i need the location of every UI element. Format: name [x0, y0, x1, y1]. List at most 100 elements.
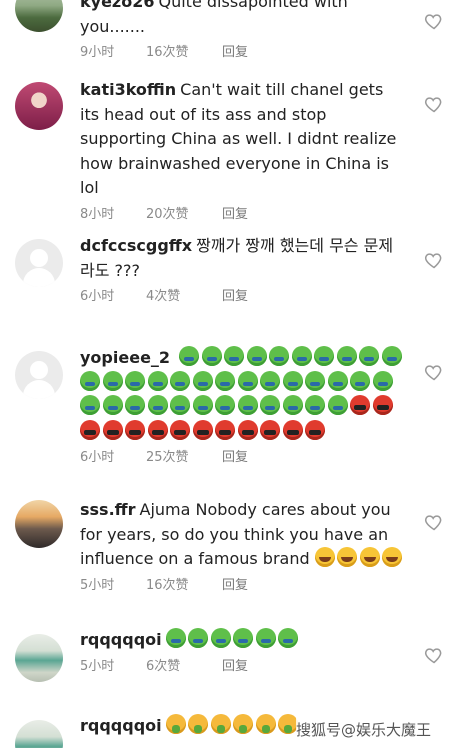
comment-text: sss.ffr Ajuma Nobody cares about you for …	[80, 498, 405, 572]
rolling-on-floor-laughing-emoji	[359, 547, 380, 567]
rolling-on-floor-laughing-emoji	[382, 547, 403, 567]
nauseated-face-emoji	[278, 628, 299, 648]
avatar[interactable]	[15, 82, 63, 130]
nauseated-face-emoji	[192, 370, 213, 391]
nauseated-face-emoji	[327, 395, 348, 415]
cursing-face-emoji	[237, 419, 258, 440]
nauseated-face-emoji	[102, 370, 123, 391]
nauseated-face-emoji	[210, 628, 231, 648]
username[interactable]: sss.ffr	[80, 500, 136, 519]
face-vomiting-emoji	[255, 714, 276, 734]
like-count: 16次赞	[146, 577, 189, 593]
nauseated-face-emoji	[188, 628, 209, 648]
comment-text: yopieee_2	[80, 346, 405, 444]
cursing-face-emoji	[147, 419, 168, 440]
timestamp: 8小时	[80, 206, 115, 222]
cursing-face-emoji	[282, 419, 303, 440]
timestamp: 6小时	[80, 289, 115, 304]
heart-outline-icon[interactable]	[424, 250, 444, 270]
nauseated-face-emoji	[215, 395, 235, 415]
username[interactable]: kyezo26	[80, 0, 155, 11]
cursing-face-emoji	[102, 419, 123, 440]
heart-outline-icon[interactable]	[424, 645, 444, 665]
face-vomiting-emoji	[188, 714, 209, 734]
nauseated-face-emoji	[179, 346, 200, 366]
comment-meta: 8小时 20次赞 回复	[80, 206, 405, 224]
emoji-sequence	[314, 547, 405, 568]
nauseated-face-emoji	[282, 395, 303, 415]
cursing-face-emoji	[372, 395, 393, 415]
emoji-sequence	[165, 714, 301, 735]
nauseated-face-emoji	[260, 395, 280, 415]
nauseated-face-emoji	[305, 370, 325, 391]
nauseated-face-emoji	[80, 395, 100, 415]
nauseated-face-emoji	[201, 346, 222, 366]
nauseated-face-emoji	[233, 628, 254, 648]
nauseated-face-emoji	[125, 370, 145, 391]
nauseated-face-emoji	[381, 346, 402, 366]
reply-button[interactable]: 回复	[222, 206, 248, 224]
nauseated-face-emoji	[102, 395, 123, 415]
nauseated-face-emoji	[192, 395, 213, 415]
comment-meta: 5小时 6次赞 回复	[80, 658, 405, 676]
username[interactable]: yopieee_2	[80, 348, 170, 367]
comment-text: kyezo26 Quite dissapointed with you......…	[80, 0, 405, 39]
avatar[interactable]	[15, 351, 63, 399]
avatar[interactable]	[15, 0, 63, 32]
comment-text: kati3koffin Can't wait till chanel gets i…	[80, 78, 405, 201]
face-vomiting-emoji	[233, 714, 254, 734]
avatar[interactable]	[15, 634, 63, 682]
emoji-sequence	[165, 628, 301, 649]
heart-outline-icon[interactable]	[424, 94, 444, 114]
nauseated-face-emoji	[170, 395, 190, 415]
heart-outline-icon[interactable]	[424, 512, 444, 532]
avatar[interactable]	[15, 500, 63, 548]
reply-button[interactable]: 回复	[222, 577, 248, 595]
username[interactable]: kati3koffin	[80, 80, 176, 99]
nauseated-face-emoji	[237, 395, 258, 415]
cursing-face-emoji	[80, 419, 100, 440]
timestamp: 5小时	[80, 577, 115, 593]
heart-outline-icon[interactable]	[424, 362, 444, 382]
nauseated-face-emoji	[269, 346, 290, 366]
like-count: 25次赞	[146, 450, 189, 465]
comment-text: rqqqqqoi	[80, 628, 405, 653]
timestamp: 9小时	[80, 45, 115, 60]
nauseated-face-emoji	[80, 370, 100, 391]
nauseated-face-emoji	[147, 395, 168, 415]
nauseated-face-emoji	[165, 628, 186, 648]
like-count: 20次赞	[146, 206, 189, 222]
heart-outline-icon[interactable]	[424, 11, 444, 31]
comment-meta: 5小时 16次赞 回复	[80, 577, 405, 595]
nauseated-face-emoji	[215, 370, 235, 391]
avatar[interactable]	[15, 720, 63, 748]
nauseated-face-emoji	[224, 346, 245, 366]
avatar[interactable]	[15, 239, 63, 287]
cursing-face-emoji	[305, 419, 325, 440]
nauseated-face-emoji	[125, 395, 145, 415]
username[interactable]: rqqqqqoi	[80, 716, 162, 735]
timestamp: 6小时	[80, 450, 115, 465]
reply-button[interactable]: 回复	[222, 449, 248, 467]
nauseated-face-emoji	[255, 628, 276, 648]
cursing-face-emoji	[125, 419, 145, 440]
nauseated-face-emoji	[305, 395, 325, 415]
nauseated-face-emoji	[246, 346, 267, 366]
nauseated-face-emoji	[291, 346, 312, 366]
username[interactable]: dcfccscggffx	[80, 236, 192, 255]
like-count: 4次赞	[146, 289, 181, 304]
username[interactable]: rqqqqqoi	[80, 630, 162, 649]
rolling-on-floor-laughing-emoji	[337, 547, 358, 567]
cursing-face-emoji	[350, 395, 370, 415]
face-vomiting-emoji	[210, 714, 231, 734]
nauseated-face-emoji	[147, 370, 168, 391]
reply-button[interactable]: 回复	[222, 288, 248, 306]
reply-button[interactable]: 回复	[222, 44, 248, 62]
cursing-face-emoji	[192, 419, 213, 440]
watermark: 搜狐号@娱乐大魔王	[296, 716, 461, 744]
nauseated-face-emoji	[170, 370, 190, 391]
reply-button[interactable]: 回复	[222, 658, 248, 676]
face-vomiting-emoji	[165, 714, 186, 734]
timestamp: 5小时	[80, 658, 115, 674]
rolling-on-floor-laughing-emoji	[314, 547, 335, 567]
